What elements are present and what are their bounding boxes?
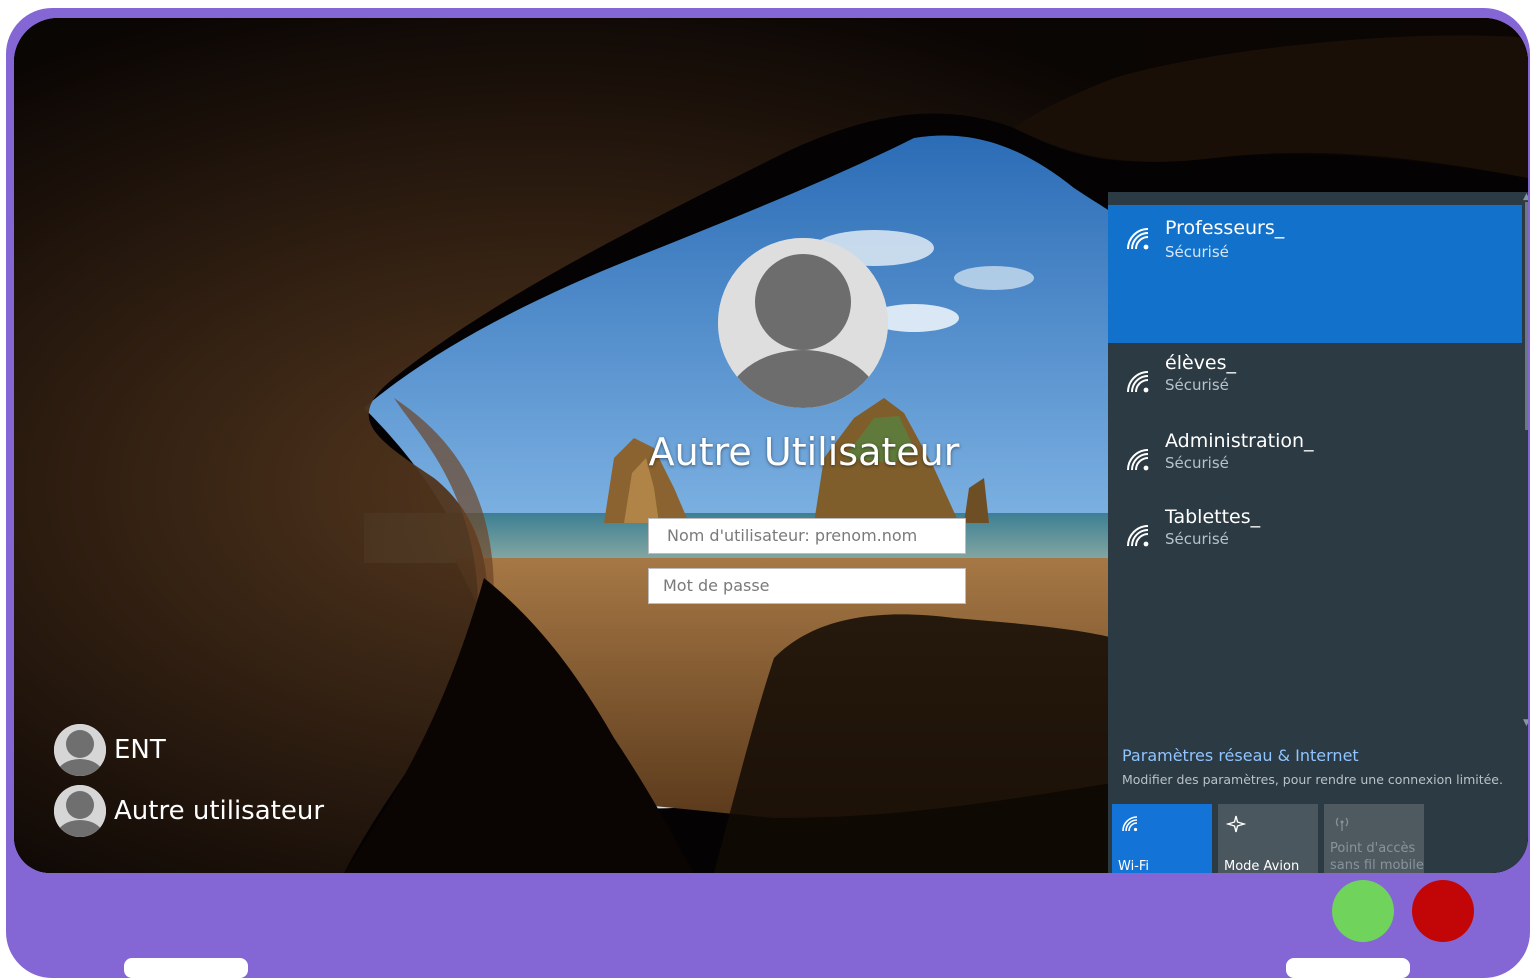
wifi-secured-icon bbox=[1127, 228, 1149, 250]
wifi-toggle-tile[interactable]: Wi-Fi bbox=[1112, 804, 1212, 873]
network-ssid: Administration_ bbox=[1165, 430, 1314, 452]
wifi-secured-icon bbox=[1127, 371, 1149, 393]
user-switch-autre[interactable]: Autre utilisateur bbox=[54, 784, 324, 838]
avatar bbox=[54, 724, 106, 776]
person-icon bbox=[718, 238, 888, 408]
network-item-administration[interactable]: Administration_ Sécurisé bbox=[1108, 430, 1522, 486]
avatar bbox=[54, 785, 106, 837]
tile-label: Mode Avion bbox=[1224, 859, 1300, 873]
username-placeholder: Nom d'utilisateur: prenom.nom bbox=[667, 526, 918, 545]
network-settings-link[interactable]: Paramètres réseau & Internet bbox=[1122, 746, 1359, 765]
password-placeholder: Mot de passe bbox=[663, 576, 770, 595]
network-status: Sécurisé bbox=[1165, 243, 1229, 261]
airplane-icon bbox=[1226, 815, 1246, 833]
person-icon bbox=[54, 724, 106, 776]
network-flyout: Professeurs_ Sécurisé élèves_ Sécurisé A… bbox=[1108, 192, 1528, 873]
bottom-tab-right bbox=[1286, 958, 1410, 978]
mobile-hotspot-tile[interactable]: Point d'accès sans fil mobile bbox=[1324, 804, 1424, 873]
airplane-mode-tile[interactable]: Mode Avion bbox=[1218, 804, 1318, 873]
person-icon bbox=[54, 785, 106, 837]
network-item-professeurs[interactable]: Professeurs_ Sécurisé bbox=[1108, 205, 1522, 343]
network-item-tablettes[interactable]: Tablettes_ Sécurisé bbox=[1108, 506, 1522, 562]
scroll-up-icon[interactable]: ▲ bbox=[1523, 192, 1528, 202]
selected-user-name: Autre Utilisateur bbox=[648, 430, 960, 474]
scroll-down-icon[interactable]: ▼ bbox=[1523, 718, 1528, 728]
login-screen: Autre Utilisateur Nom d'utilisateur: pre… bbox=[14, 18, 1528, 873]
tile-label: Point d'accès sans fil mobile bbox=[1330, 840, 1424, 873]
red-status-dot[interactable] bbox=[1412, 880, 1474, 942]
bottom-tab-left bbox=[124, 958, 248, 978]
tile-label-line2: sans fil mobile bbox=[1330, 858, 1424, 873]
hotspot-icon bbox=[1335, 817, 1349, 831]
tile-label-line1: Point d'accès bbox=[1330, 841, 1416, 856]
scrollbar-thumb[interactable] bbox=[1525, 202, 1528, 430]
user-avatar-large bbox=[718, 238, 888, 408]
device-frame: Autre Utilisateur Nom d'utilisateur: pre… bbox=[6, 8, 1530, 978]
network-ssid: Professeurs_ bbox=[1165, 217, 1285, 239]
network-item-eleves[interactable]: élèves_ Sécurisé bbox=[1108, 352, 1522, 408]
tile-label: Wi-Fi bbox=[1118, 859, 1150, 873]
wifi-secured-icon bbox=[1127, 449, 1149, 471]
network-status: Sécurisé bbox=[1165, 454, 1229, 472]
user-switch-label: ENT bbox=[114, 735, 166, 765]
network-status: Sécurisé bbox=[1165, 376, 1229, 394]
network-ssid: élèves_ bbox=[1165, 352, 1236, 374]
user-switch-ent[interactable]: ENT bbox=[54, 723, 166, 777]
username-field[interactable]: Nom d'utilisateur: prenom.nom bbox=[648, 518, 966, 554]
password-field[interactable]: Mot de passe bbox=[648, 568, 966, 604]
wifi-secured-icon bbox=[1127, 525, 1149, 547]
network-status: Sécurisé bbox=[1165, 530, 1229, 548]
network-list-scrollbar[interactable]: ▲ ▼ bbox=[1522, 192, 1528, 732]
network-settings-description: Modifier des paramètres, pour rendre une… bbox=[1122, 772, 1503, 787]
user-switch-label: Autre utilisateur bbox=[114, 796, 325, 826]
green-status-dot[interactable] bbox=[1332, 880, 1394, 942]
network-ssid: Tablettes_ bbox=[1165, 506, 1261, 528]
wifi-icon bbox=[1122, 816, 1138, 832]
